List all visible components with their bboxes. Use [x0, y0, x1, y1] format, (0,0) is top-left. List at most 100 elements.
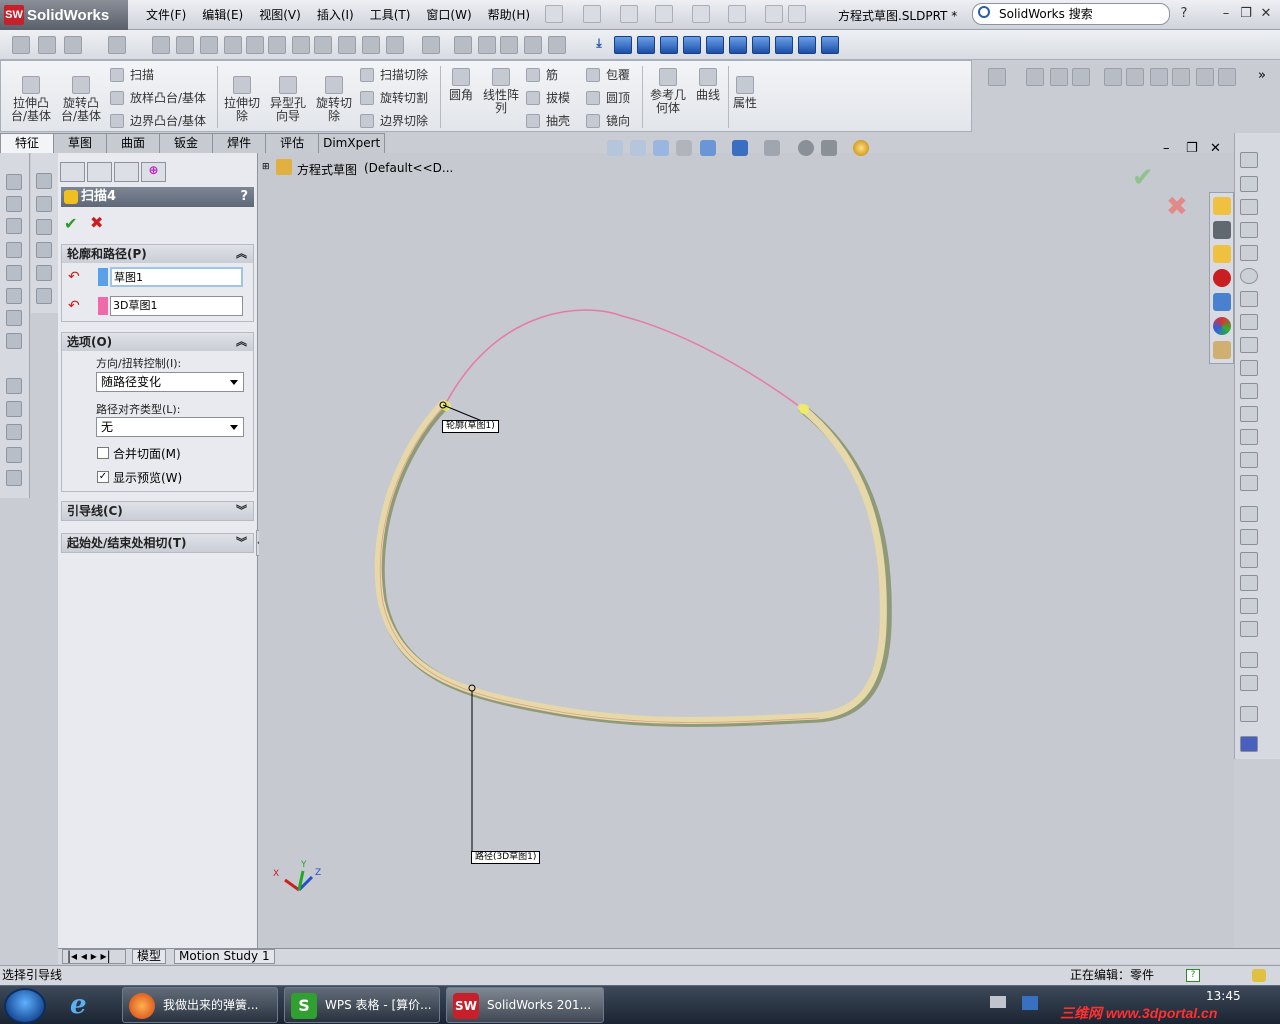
- tab-weldments[interactable]: 焊件: [212, 133, 267, 153]
- convert-entities-icon[interactable]: [1240, 529, 1258, 545]
- slot-icon[interactable]: [1240, 245, 1258, 261]
- home-icon[interactable]: [1213, 197, 1231, 215]
- taskbar-item-spring[interactable]: 我做出来的弹簧...: [122, 987, 278, 1023]
- sweep-button[interactable]: 扫描: [110, 66, 154, 83]
- left-tool-icon[interactable]: [6, 333, 22, 349]
- feature-manager-tab-icon[interactable]: [60, 162, 85, 182]
- left-tool-icon[interactable]: [36, 242, 52, 258]
- tab-model[interactable]: 模型: [132, 949, 167, 964]
- orientation-select[interactable]: 随路径变化: [96, 372, 244, 392]
- guide-curves-header[interactable]: 引导线(C) ︾: [62, 502, 253, 520]
- tool-smart-dim-icon[interactable]: [38, 36, 56, 54]
- point-icon[interactable]: [1240, 406, 1258, 422]
- view-top-icon[interactable]: [706, 36, 724, 54]
- left-tool-icon[interactable]: [6, 174, 22, 190]
- help-icon[interactable]: ?: [1176, 6, 1192, 22]
- view-back-icon[interactable]: [637, 36, 655, 54]
- boundary-cut-button[interactable]: 边界切除: [360, 112, 428, 129]
- file-explorer-icon[interactable]: [1213, 245, 1231, 263]
- select-icon[interactable]: [728, 5, 746, 23]
- tab-dimxpert[interactable]: DimXpert: [318, 133, 386, 153]
- plane-icon[interactable]: [1240, 475, 1258, 491]
- left-tool-icon[interactable]: [6, 470, 22, 486]
- design-library-icon[interactable]: [1213, 221, 1231, 239]
- minimize-icon[interactable]: –: [1218, 6, 1234, 22]
- tab-features[interactable]: 特征: [0, 133, 55, 153]
- extrude-cut-button[interactable]: 拉伸切 除: [220, 76, 264, 123]
- tab-surfaces[interactable]: 曲面: [106, 133, 161, 153]
- extrude-boss-button[interactable]: 拉伸凸 台/基体: [8, 76, 54, 123]
- view-trimetric-icon[interactable]: [775, 36, 793, 54]
- tool-cut-icon[interactable]: [548, 36, 566, 54]
- open-file-icon[interactable]: [583, 5, 601, 23]
- arc-icon[interactable]: [1240, 291, 1258, 307]
- left-tool-icon[interactable]: [36, 173, 52, 189]
- shell-button[interactable]: 抽壳: [526, 112, 570, 129]
- tool-block-icon[interactable]: [524, 36, 542, 54]
- taskbar-item-solidworks[interactable]: SW SolidWorks 201...: [446, 987, 604, 1023]
- reference-geometry-button[interactable]: 参考几 何体: [646, 68, 690, 115]
- menu-edit[interactable]: 编辑(E): [194, 6, 251, 23]
- tab-evaluate[interactable]: 评估: [265, 133, 320, 153]
- left-tool-icon[interactable]: [6, 424, 22, 440]
- sketch-tool-2-icon[interactable]: [1026, 68, 1044, 86]
- menu-view[interactable]: 视图(V): [251, 6, 309, 23]
- tangency-header[interactable]: 起始处/结束处相切(T) ︾: [62, 534, 253, 552]
- sketch-icon[interactable]: [1240, 152, 1258, 168]
- configuration-manager-tab-icon[interactable]: [114, 162, 139, 182]
- alignment-select[interactable]: 无: [96, 417, 244, 437]
- new-file-icon[interactable]: [545, 5, 563, 23]
- text-tool-icon[interactable]: [1104, 68, 1122, 86]
- fillet-sketch-icon[interactable]: [1240, 360, 1258, 376]
- tool-mass-icon[interactable]: [224, 36, 242, 54]
- view-iso-icon[interactable]: [752, 36, 770, 54]
- tool-select-icon[interactable]: [64, 36, 82, 54]
- view-left-icon[interactable]: [660, 36, 678, 54]
- toolbox-icon[interactable]: [1213, 269, 1231, 287]
- appearances-icon[interactable]: [1213, 317, 1231, 335]
- tool-stop-icon[interactable]: [500, 36, 518, 54]
- hole-wizard-button[interactable]: 异型孔 向导: [266, 76, 310, 123]
- close-icon[interactable]: ✕: [1258, 6, 1274, 22]
- spline-icon[interactable]: [1240, 314, 1258, 330]
- tool-checkbox-icon[interactable]: [314, 36, 332, 54]
- options-header[interactable]: 选项(O) ︽: [62, 333, 253, 351]
- left-tool-icon[interactable]: [36, 196, 52, 212]
- view-palette-icon[interactable]: [1213, 293, 1231, 311]
- tool-measure-icon[interactable]: [200, 36, 218, 54]
- properties-button[interactable]: 属性: [730, 76, 760, 110]
- start-button[interactable]: [4, 988, 46, 1024]
- profile-field[interactable]: 草图1: [110, 267, 243, 287]
- options-icon[interactable]: [788, 5, 806, 23]
- dimxpert-manager-tab-icon[interactable]: ⊕: [141, 162, 166, 182]
- ie-icon[interactable]: e: [70, 990, 104, 1020]
- tool-check-icon[interactable]: [268, 36, 286, 54]
- relations-icon[interactable]: [1240, 652, 1258, 668]
- tab-sheet-metal[interactable]: 钣金: [159, 133, 214, 153]
- taskbar-item-wps[interactable]: S WPS 表格 - [算价...: [284, 987, 440, 1023]
- path-field[interactable]: 3D草图1: [110, 296, 243, 316]
- text-sketch-icon[interactable]: [1240, 452, 1258, 468]
- ellipse-icon[interactable]: [1240, 337, 1258, 353]
- left-tool-icon[interactable]: [6, 378, 22, 394]
- left-tool-icon[interactable]: [6, 310, 22, 326]
- repair-sketch-icon[interactable]: [1240, 675, 1258, 691]
- left-tool-icon[interactable]: [36, 219, 52, 235]
- rectangle-icon[interactable]: [1240, 222, 1258, 238]
- view-dimetric-icon[interactable]: [798, 36, 816, 54]
- draft-button[interactable]: 拔模: [526, 89, 570, 106]
- tool-sum-icon[interactable]: [338, 36, 356, 54]
- tool-scale-icon[interactable]: [454, 36, 472, 54]
- loft-button[interactable]: 放样凸台/基体: [110, 89, 206, 106]
- view-front-icon[interactable]: [614, 36, 632, 54]
- centerline-icon[interactable]: [1240, 429, 1258, 445]
- dome-button[interactable]: 圆顶: [586, 89, 630, 106]
- ok-button[interactable]: ✔: [64, 214, 77, 233]
- left-tool-icon[interactable]: [6, 265, 22, 281]
- move-entities-icon[interactable]: [1240, 621, 1258, 637]
- sketch-tool-6-icon[interactable]: [1150, 68, 1168, 86]
- menu-window[interactable]: 窗口(W): [418, 6, 479, 23]
- rapid-sketch-icon[interactable]: [1240, 736, 1258, 752]
- revolve-cut-button[interactable]: 旋转切 除: [312, 76, 356, 123]
- tag-icon[interactable]: [1252, 969, 1266, 982]
